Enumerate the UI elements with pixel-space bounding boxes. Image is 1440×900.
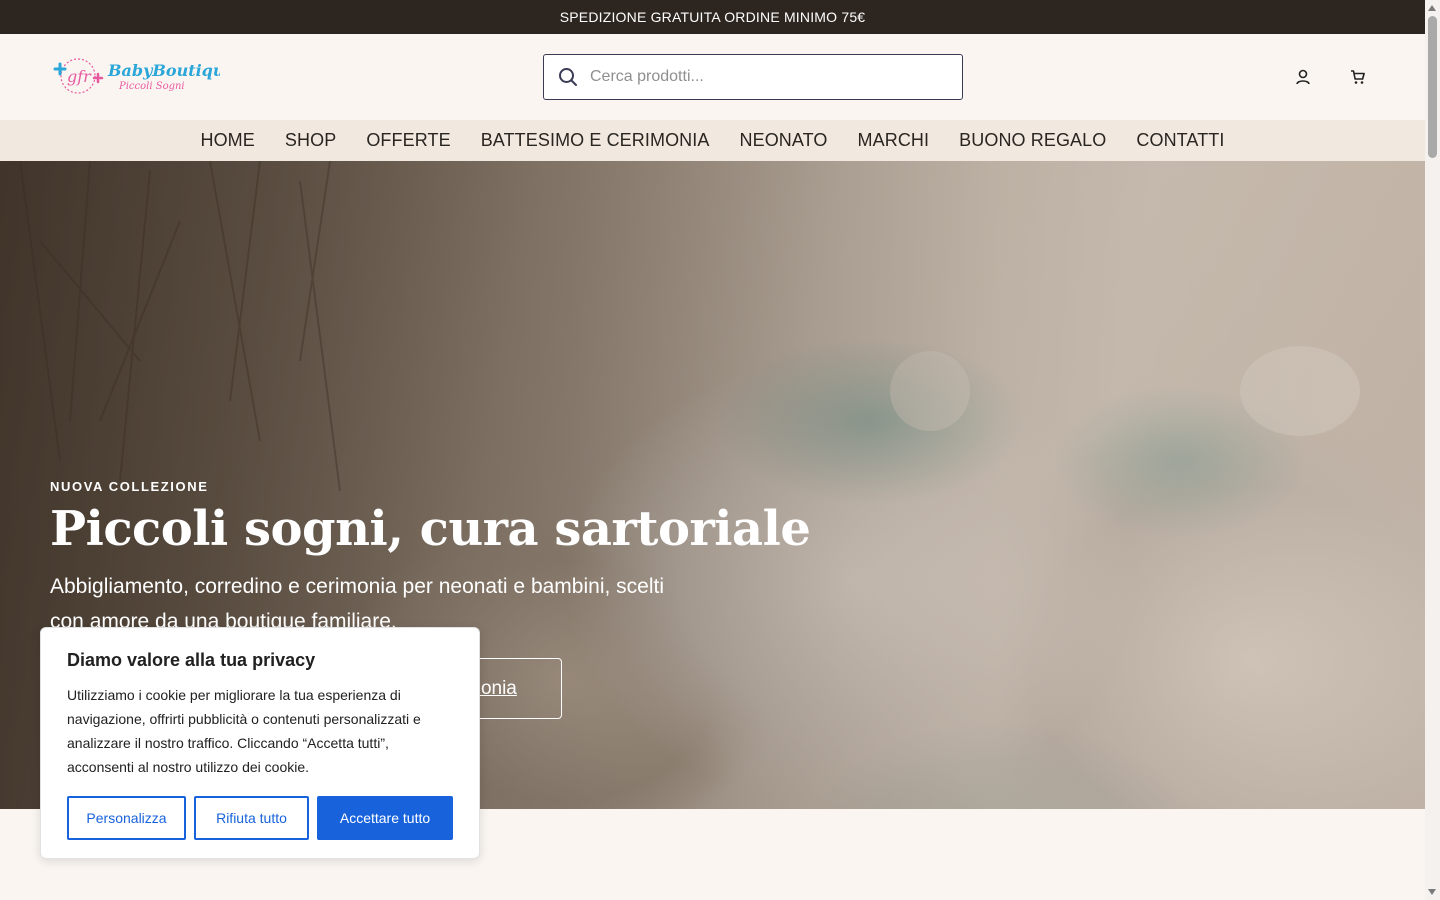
- nav-item-marchi[interactable]: MARCHI: [858, 130, 930, 151]
- hero-title: Piccoli sogni, cura sartoriale: [50, 501, 811, 557]
- cookie-title: Diamo valore alla tua privacy: [67, 650, 316, 670]
- hero-eyebrow: NUOVA COLLEZIONE: [50, 479, 209, 494]
- logo-image: gfr BabyBoutique Piccoli Sogni: [53, 58, 235, 94]
- search-bar[interactable]: [543, 54, 963, 100]
- nav-item-contatti[interactable]: CONTATTI: [1136, 130, 1224, 151]
- site-header: gfr BabyBoutique Piccoli Sogni: [0, 34, 1425, 120]
- reject-all-button[interactable]: Rifiuta tutto: [194, 796, 309, 840]
- accept-all-button[interactable]: Accettare tutto: [317, 796, 453, 840]
- scroll-down-arrow[interactable]: [1428, 889, 1436, 895]
- search-input[interactable]: [590, 68, 930, 86]
- nav-item-home[interactable]: HOME: [200, 130, 254, 151]
- nav-item-neonato[interactable]: NEONATO: [739, 130, 827, 151]
- logo-name: BabyBoutique: [107, 61, 220, 80]
- scroll-thumb[interactable]: [1428, 16, 1437, 158]
- site-logo[interactable]: gfr BabyBoutique Piccoli Sogni: [50, 56, 235, 100]
- cart-icon[interactable]: [1348, 67, 1368, 87]
- account-icon[interactable]: [1293, 67, 1313, 87]
- nav-item-offerte[interactable]: OFFERTE: [366, 130, 450, 151]
- nav-item-shop[interactable]: SHOP: [285, 130, 336, 151]
- nav-item-battesimo[interactable]: BATTESIMO E CERIMONIA: [481, 130, 710, 151]
- logo-mark: gfr: [67, 67, 92, 86]
- page-scrollbar[interactable]: [1425, 0, 1440, 900]
- customize-button[interactable]: Personalizza: [67, 796, 186, 840]
- announcement-text: SPEDIZIONE GRATUITA ORDINE MINIMO 75€: [559, 9, 866, 25]
- nav-item-buono-regalo[interactable]: BUONO REGALO: [959, 130, 1106, 151]
- cookie-consent-banner: Diamo valore alla tua privacy Utilizziam…: [40, 627, 480, 859]
- announcement-bar: SPEDIZIONE GRATUITA ORDINE MINIMO 75€: [0, 0, 1425, 34]
- logo-tagline: Piccoli Sogni: [118, 81, 185, 92]
- search-icon[interactable]: [558, 67, 578, 87]
- cookie-body: Utilizziamo i cookie per migliorare la t…: [67, 687, 421, 775]
- scroll-up-arrow[interactable]: [1428, 5, 1436, 11]
- main-nav: HOME SHOP OFFERTE BATTESIMO E CERIMONIA …: [0, 120, 1425, 161]
